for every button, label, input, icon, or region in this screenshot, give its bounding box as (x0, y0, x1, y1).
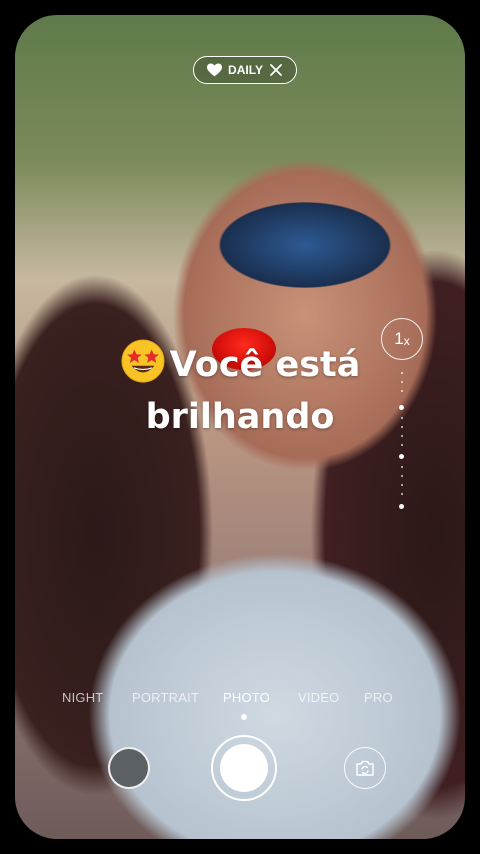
mode-night[interactable]: NIGHT (62, 690, 103, 705)
zoom-value: 1 (394, 329, 404, 348)
mode-portrait[interactable]: PORTRAIT (132, 690, 199, 705)
shutter-button[interactable] (211, 735, 277, 801)
gallery-thumbnail[interactable] (108, 747, 150, 789)
flip-camera-button[interactable] (344, 747, 386, 789)
heart-icon (207, 63, 223, 77)
close-icon[interactable] (269, 63, 283, 77)
caption-line-2: brilhando (145, 397, 335, 437)
zoom-slider[interactable] (399, 372, 405, 512)
flip-camera-icon (356, 760, 374, 776)
caption-line-1: Você está (169, 345, 361, 385)
mode-video[interactable]: VIDEO (298, 690, 339, 705)
mode-pro[interactable]: PRO (364, 690, 393, 705)
daily-badge-label: DAILY (228, 63, 263, 77)
zoom-button[interactable]: 1x (381, 318, 423, 360)
daily-badge[interactable]: DAILY (193, 56, 297, 84)
mode-photo[interactable]: PHOTO (223, 690, 270, 705)
zoom-suffix: x (403, 334, 410, 348)
active-mode-indicator (241, 714, 247, 720)
star-struck-emoji-icon (121, 339, 165, 383)
mode-selector: NIGHT PORTRAIT PHOTO VIDEO PRO (0, 690, 480, 710)
